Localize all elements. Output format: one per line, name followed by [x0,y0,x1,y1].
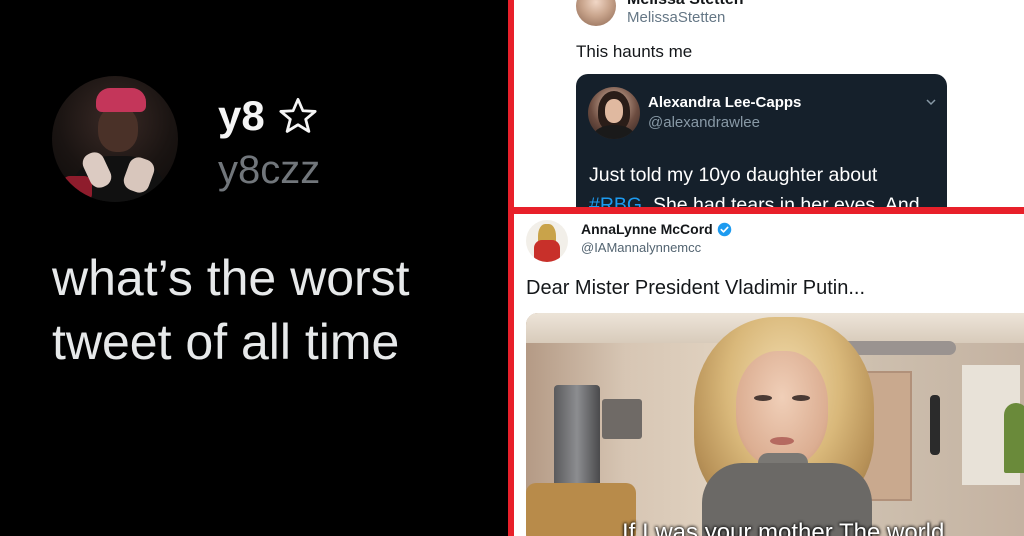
quoted-tweet-text: Just told my 10yo daughter about #RBG. S… [589,160,939,207]
y8-avatar[interactable] [52,76,178,202]
star-outline-icon [279,97,317,133]
quoted-user-handle[interactable]: @alexandrawlee [648,114,760,131]
quote-tweet-panel: Melissa Stetten MelissaStetten This haun… [514,0,1024,207]
display-name[interactable]: Melissa Stetten [627,0,743,9]
verified-badge-icon [717,222,731,236]
video-cabinet [602,399,642,439]
annalynne-avatar[interactable] [526,220,568,262]
quoted-tweet-card[interactable]: Alexandra Lee-Capps @alexandrawlee Just … [576,74,947,207]
tweet-text: This haunts me [576,42,693,61]
melissa-avatar[interactable] [576,0,616,26]
display-name[interactable]: AnnaLynne McCord [581,221,713,237]
video-person-face [736,351,828,467]
user-handle[interactable]: @IAMannalynnemcc [581,240,701,255]
video-sofa [526,483,636,536]
avatar-sleeve [62,176,92,202]
tweet-text: what’s the worst tweet of all time [52,250,410,370]
display-name-row[interactable]: y8 [218,92,319,140]
display-name[interactable]: y8 [218,92,265,140]
user-handle[interactable]: MelissaStetten [627,9,725,26]
avatar-cap [96,88,146,112]
video-lamp [930,395,940,455]
video-person-lips [770,437,794,445]
avatar-face [98,106,138,152]
video-person-eye [754,395,772,401]
avatar-dress [534,240,560,262]
video-fridge [554,385,600,495]
avatar-body [594,125,634,139]
video-tweet-panel: AnnaLynne McCord @IAMannalynnemcc Dear M… [514,214,1024,536]
avatar-face [605,99,623,123]
chevron-down-icon[interactable] [925,96,937,108]
quoted-text-end: . She had tears in her eyes. And [642,194,920,207]
display-name-row[interactable]: AnnaLynne McCord [581,221,732,237]
alexandra-avatar[interactable] [588,87,640,139]
red-divider-horizontal [514,207,1024,214]
video-person-eye [792,395,810,401]
quoted-text-start: Just told my 10yo daughter about [589,164,878,186]
video-caption: If I was your mother The world [622,519,945,536]
video-plant [1004,403,1024,473]
tweet-text: Dear Mister President Vladimir Putin... [526,277,866,299]
main-tweet-panel: y8 y8czz what’s the worst tweet of all t… [0,0,508,536]
hashtag-link[interactable]: #RBG [589,194,642,207]
video-player[interactable]: If I was your mother The world [526,313,1024,536]
user-handle[interactable]: y8czz [218,148,320,193]
quoted-display-name[interactable]: Alexandra Lee-Capps [648,94,801,111]
